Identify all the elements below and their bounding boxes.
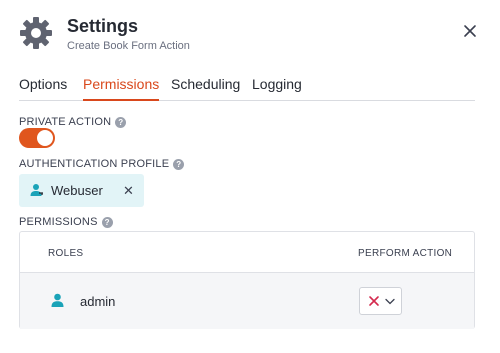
tab-bar: Options Permissions Scheduling Logging bbox=[19, 74, 475, 101]
chevron-down-icon bbox=[385, 298, 395, 305]
permissions-label-row: PERMISSIONS ? bbox=[19, 216, 113, 228]
close-icon[interactable] bbox=[461, 22, 479, 40]
role-name: admin bbox=[80, 294, 116, 309]
help-icon[interactable]: ? bbox=[115, 116, 127, 128]
auth-profile-label-row: AUTHENTICATION PROFILE ? bbox=[19, 158, 185, 170]
toggle-knob bbox=[37, 130, 53, 146]
gear-icon bbox=[20, 17, 52, 49]
tab-options[interactable]: Options bbox=[19, 76, 67, 100]
help-icon[interactable]: ? bbox=[173, 158, 185, 170]
user-icon bbox=[51, 293, 64, 307]
dialog-title: Settings bbox=[67, 16, 139, 36]
auth-profile-label: AUTHENTICATION PROFILE bbox=[19, 158, 170, 170]
column-header-perform-action: PERFORM ACTION bbox=[358, 248, 453, 259]
permissions-table: ROLES PERFORM ACTION admin bbox=[19, 231, 475, 329]
private-action-toggle[interactable] bbox=[19, 128, 55, 148]
private-action-label-row: PRIVATE ACTION ? bbox=[19, 116, 127, 128]
table-header: ROLES PERFORM ACTION bbox=[20, 232, 474, 273]
column-header-roles: ROLES bbox=[48, 248, 84, 259]
dialog-subtitle: Create Book Form Action bbox=[67, 40, 190, 52]
remove-profile-button[interactable]: ✕ bbox=[123, 183, 134, 199]
user-key-icon bbox=[30, 184, 43, 196]
table-row: admin bbox=[20, 273, 474, 329]
permissions-label: PERMISSIONS bbox=[19, 216, 98, 228]
tab-scheduling[interactable]: Scheduling bbox=[171, 76, 240, 100]
dialog-header: Settings Create Book Form Action bbox=[19, 14, 481, 56]
x-icon bbox=[369, 296, 379, 306]
tab-logging[interactable]: Logging bbox=[252, 76, 302, 100]
auth-profile-value: Webuser bbox=[51, 183, 103, 198]
help-icon[interactable]: ? bbox=[101, 216, 113, 228]
auth-profile-chip: Webuser ✕ bbox=[19, 174, 144, 207]
tab-permissions[interactable]: Permissions bbox=[83, 76, 160, 101]
private-action-label: PRIVATE ACTION bbox=[19, 116, 112, 128]
perform-action-select[interactable] bbox=[359, 287, 402, 315]
